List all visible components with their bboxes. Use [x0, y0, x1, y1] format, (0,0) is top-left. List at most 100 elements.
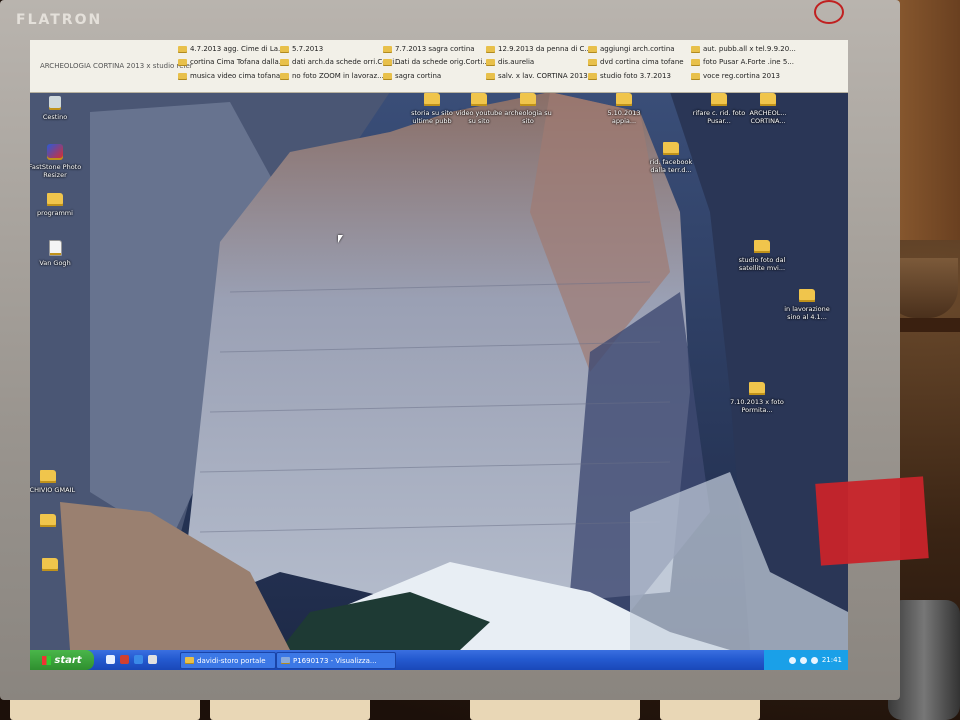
- explorer-folder-item[interactable]: studio foto 3.7.2013: [588, 72, 671, 80]
- explorer-item-label: 5.7.2013: [292, 45, 324, 53]
- folder-icon: [47, 193, 63, 206]
- desktop-icon[interactable]: video youtube su sito: [451, 93, 507, 125]
- desktop-icon[interactable]: rid. facebook dalla terr.d...: [643, 142, 699, 174]
- folder-icon: [383, 72, 392, 80]
- desktop-icon-label: in lavorazione sino al 4.1...: [784, 305, 830, 321]
- desktop-icon-label: Van Gogh: [39, 259, 71, 267]
- tray-icon[interactable]: [788, 656, 796, 664]
- folder-icon: [40, 470, 56, 483]
- app-icon: [47, 144, 63, 160]
- desktop-icon[interactable]: Van Gogh: [30, 240, 83, 267]
- tray-icon[interactable]: [799, 656, 807, 664]
- monitor-brand: FLATRON: [16, 12, 103, 28]
- taskbar-item-label: P1690173 - Visualizza...: [293, 656, 377, 665]
- explorer-folder-item[interactable]: dvd cortina cima tofane: [588, 58, 684, 66]
- folder-icon: [691, 58, 700, 66]
- explorer-item-label: aut. pubb.all x tel.9.9.20...: [703, 45, 796, 53]
- folder-icon: [520, 93, 536, 106]
- explorer-folder-item[interactable]: aggiungi arch.cortina: [588, 45, 675, 53]
- mouse-cursor: [338, 235, 343, 243]
- folder-icon: [280, 72, 289, 80]
- folder-icon: [280, 45, 289, 53]
- folder-icon: [178, 72, 187, 80]
- taskbar-item[interactable]: P1690173 - Visualizza...: [276, 652, 396, 669]
- explorer-item-label: no foto ZOOM in lavoraz...: [292, 72, 384, 80]
- desktop-icon-label: Cestino: [42, 113, 68, 121]
- red-sticky-note: [815, 476, 929, 566]
- desktop-icon-label: ARCHEOL... CORTINA...: [749, 109, 787, 125]
- start-label: start: [54, 654, 82, 666]
- start-button[interactable]: start: [30, 650, 94, 670]
- folder-icon: [711, 93, 727, 106]
- folder-icon: [588, 72, 597, 80]
- desktop-icon[interactable]: FastStone Photo Resizer: [30, 144, 83, 179]
- taskbar-item-label: davidi-storo portale: [197, 656, 266, 665]
- desktop-icon-label: video youtube su sito: [455, 109, 503, 125]
- explorer-item-label: sagra cortina: [395, 72, 442, 80]
- desktop-icon[interactable]: archeologia su sito: [500, 93, 556, 125]
- browser-icon[interactable]: [120, 655, 129, 664]
- desktop-icon[interactable]: [30, 558, 78, 574]
- explorer-item-label: 7.7.2013 sagra cortina: [395, 45, 475, 53]
- explorer-folder-item[interactable]: cortina Cima Tofana dalla...: [178, 58, 285, 66]
- desktop-icon-label: studio foto dal satellite mvi...: [738, 256, 786, 272]
- desktop-icon[interactable]: ARCHEOL... CORTINA...: [740, 93, 796, 125]
- explorer-item-label: Dati da schede orig.Corti...: [395, 58, 489, 66]
- monitor-bezel: FLATRON ARCHEOLOGIA CORTINA 2013 x studi…: [0, 0, 900, 700]
- folder-icon: [486, 72, 495, 80]
- explorer-folder-item[interactable]: 7.7.2013 sagra cortina: [383, 45, 475, 53]
- desktop-icon-label: ARCHIVIO GMAIL: [30, 486, 76, 494]
- folder-icon: [424, 93, 440, 106]
- folder-icon: [486, 45, 495, 53]
- explorer-folder-item[interactable]: sagra cortina: [383, 72, 441, 80]
- explorer-folder-item[interactable]: dis.aurelia: [486, 58, 534, 66]
- explorer-folder-item[interactable]: 12.9.2013 da penna di C...: [486, 45, 591, 53]
- explorer-folder-item[interactable]: salv. x lav. CORTINA 2013: [486, 72, 588, 80]
- folder-icon: [42, 558, 58, 571]
- desktop-icon-label: FastStone Photo Resizer: [30, 163, 82, 179]
- windows-flag-icon: [42, 655, 52, 665]
- ie-icon[interactable]: [134, 655, 143, 664]
- volume-icon[interactable]: [810, 656, 818, 664]
- explorer-folder-item[interactable]: 5.7.2013: [280, 45, 323, 53]
- desktop-icon[interactable]: programmi: [30, 193, 83, 217]
- desktop-icon[interactable]: [30, 514, 76, 530]
- window-icon: [281, 657, 290, 664]
- folder-icon: [799, 289, 815, 302]
- quicklaunch-icon[interactable]: [148, 655, 157, 664]
- explorer-folder-item[interactable]: voce reg.cortina 2013: [691, 72, 780, 80]
- explorer-item-label: salv. x lav. CORTINA 2013: [498, 72, 588, 80]
- desktop-icon[interactable]: 7.10.2013 x foto Pormita...: [729, 382, 785, 414]
- desktop-icon-label: archeologia su sito: [504, 109, 552, 125]
- folder-icon: [691, 45, 700, 53]
- taskbar-item[interactable]: davidi-storo portale: [180, 652, 276, 669]
- folder-icon: [760, 93, 776, 106]
- folder-icon: [280, 58, 289, 66]
- explorer-item-label: cortina Cima Tofana dalla...: [190, 58, 286, 66]
- explorer-item-label: voce reg.cortina 2013: [703, 72, 780, 80]
- show-desktop-icon[interactable]: [106, 655, 115, 664]
- desktop-icon[interactable]: ARCHIVIO GMAIL: [30, 470, 76, 494]
- explorer-folder-item[interactable]: 4.7.2013 agg. Cime di La...: [178, 45, 285, 53]
- explorer-item-label: dvd cortina cima tofane: [600, 58, 684, 66]
- explorer-item-label: musica video cima tofana: [190, 72, 281, 80]
- folder-icon: [383, 58, 392, 66]
- explorer-folder-item[interactable]: musica video cima tofana: [178, 72, 280, 80]
- folder-icon: [486, 58, 495, 66]
- desktop-icon-label: 7.10.2013 x foto Pormita...: [730, 398, 784, 414]
- desktop-icon[interactable]: rifare c. rid. foto Pusar...: [691, 93, 747, 125]
- folder-icon: [749, 382, 765, 395]
- explorer-folder-item[interactable]: no foto ZOOM in lavoraz...: [280, 72, 384, 80]
- folder-icon: [616, 93, 632, 106]
- explorer-title: ARCHEOLOGIA CORTINA 2013 x studio reler: [40, 62, 193, 70]
- explorer-folder-item[interactable]: Dati da schede orig.Corti...: [383, 58, 489, 66]
- explorer-folder-item[interactable]: aut. pubb.all x tel.9.9.20...: [691, 45, 796, 53]
- desktop-icon[interactable]: in lavorazione sino al 4.1...: [779, 289, 835, 321]
- explorer-folder-item[interactable]: foto Pusar A.Forte .ine 5...: [691, 58, 794, 66]
- desktop-icon[interactable]: Cestino: [30, 96, 83, 121]
- folder-icon: [754, 240, 770, 253]
- desktop-icon[interactable]: studio foto dal satellite mvi...: [734, 240, 790, 272]
- document-icon: [48, 240, 62, 256]
- desktop-icon[interactable]: 5.10.2013 appia...: [596, 93, 652, 125]
- folder-icon: [588, 58, 597, 66]
